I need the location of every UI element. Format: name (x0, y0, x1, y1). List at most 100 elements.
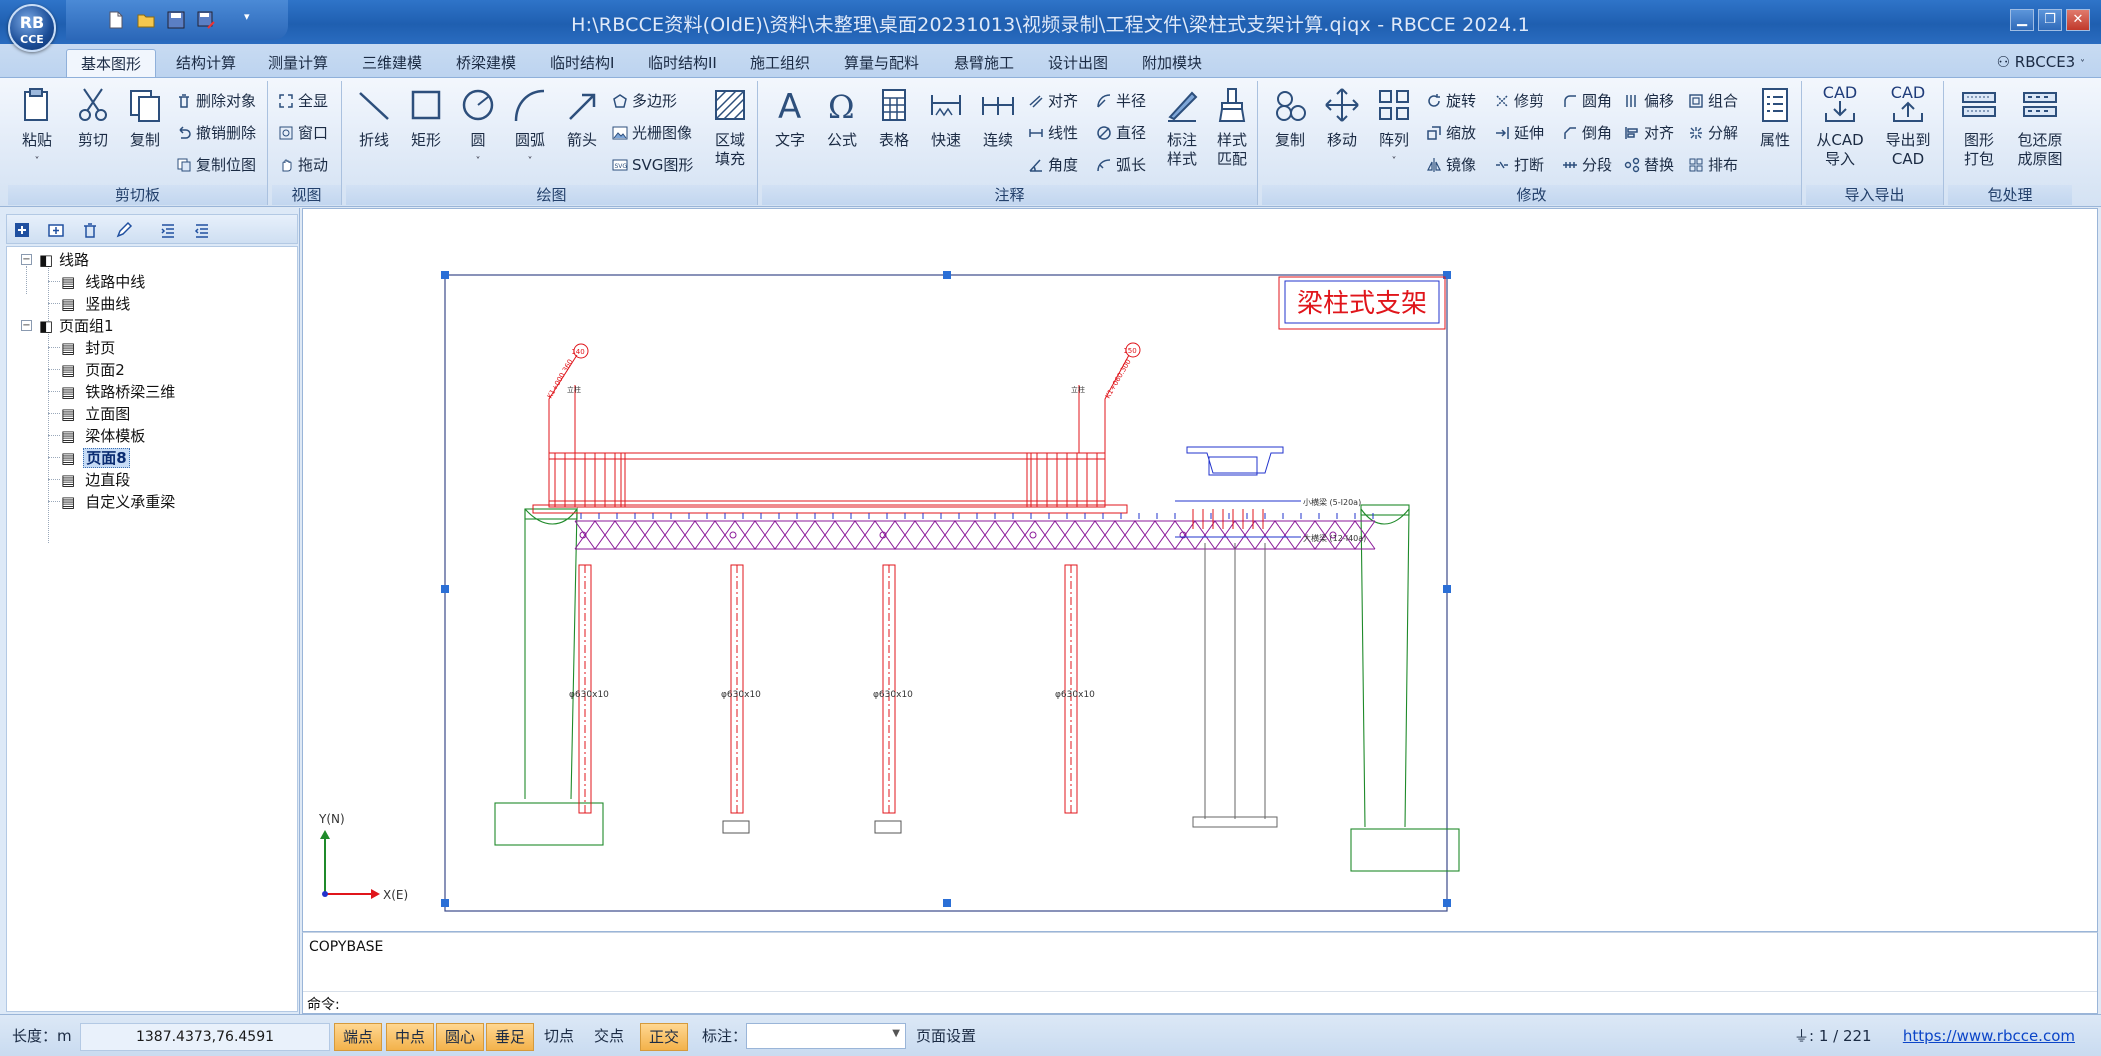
snap-tangent-toggle[interactable]: 切点 (536, 1023, 582, 1051)
offset-button[interactable]: 偏移 (1624, 88, 1674, 114)
divide-button[interactable]: 分段 (1562, 152, 1612, 178)
website-link[interactable]: https://www.rbcce.com (1903, 1025, 2075, 1047)
tab-bridge-modeling[interactable]: 桥梁建模 (442, 49, 530, 78)
maximize-button[interactable]: ❐ (2038, 9, 2062, 31)
export-to-cad-button[interactable]: CAD 导出到 CAD (1876, 85, 1940, 169)
tree-node-page-8[interactable]: ▤ 页面8 (61, 447, 130, 469)
drawing-canvas[interactable]: 梁柱式支架 φ630x10 φ630x10 φ630x10 φ630x10 14… (302, 208, 2098, 932)
tab-cantilever[interactable]: 悬臂施工 (940, 49, 1028, 78)
undo-delete-button[interactable]: 撤销删除 (176, 120, 256, 146)
angle-dim-button[interactable]: 角度 (1028, 152, 1078, 178)
raster-image-button[interactable]: 光栅图像 (612, 120, 692, 146)
tree-node-beam-template[interactable]: ▤ 梁体模板 (61, 425, 147, 447)
ortho-toggle[interactable]: 正交 (640, 1023, 689, 1051)
fillet-button[interactable]: 圆角 (1562, 88, 1612, 114)
polygon-button[interactable]: 多边形 (612, 88, 677, 114)
copy-objects-button[interactable]: 复制 (1266, 85, 1314, 150)
polyline-button[interactable]: 折线 (350, 85, 398, 150)
selection-grips[interactable] (441, 271, 1451, 907)
tree-node-cover[interactable]: ▤ 封页 (61, 337, 117, 359)
tree-node-route-centerline[interactable]: ▤ 线路中线 (61, 271, 147, 293)
arc-length-dim-button[interactable]: 弧长 (1096, 152, 1146, 178)
diameter-dim-button[interactable]: 直径 (1096, 120, 1146, 146)
snap-center-toggle[interactable]: 圆心 (436, 1023, 485, 1051)
circle-button[interactable]: 圆 ˅ (454, 85, 502, 169)
aligned-dim-button[interactable]: 对齐 (1028, 88, 1078, 114)
snap-midpoint-toggle[interactable]: 中点 (386, 1023, 435, 1051)
drawing-svg[interactable]: 梁柱式支架 φ630x10 φ630x10 φ630x10 φ630x10 14… (303, 209, 2097, 931)
dim-style-button[interactable]: 标注 样式 (1160, 85, 1204, 169)
import-from-cad-button[interactable]: CAD 从CAD 导入 (1808, 85, 1872, 169)
rectangle-button[interactable]: 矩形 (402, 85, 450, 150)
restore-package-button[interactable]: 包还原 成原图 (2010, 85, 2070, 169)
arrow-button[interactable]: 箭头 (558, 85, 606, 150)
continuous-dim-button[interactable]: 连续 (974, 85, 1022, 150)
rotate-button[interactable]: 旋转 (1426, 88, 1476, 114)
page-frame[interactable] (444, 274, 1448, 912)
minimize-button[interactable]: ▁ (2010, 9, 2034, 31)
snap-endpoint-toggle[interactable]: 端点 (334, 1023, 383, 1051)
zoom-window-button[interactable]: 窗口 (278, 120, 328, 146)
snap-intersection-toggle[interactable]: 交点 (586, 1023, 632, 1051)
tab-quantity-material[interactable]: 算量与配料 (830, 49, 933, 78)
indent-icon[interactable] (159, 221, 177, 239)
formula-button[interactable]: Ω 公式 (818, 85, 866, 150)
tab-construction-org[interactable]: 施工组织 (736, 49, 824, 78)
tab-add-ons[interactable]: 附加模块 (1128, 49, 1216, 78)
rename-icon[interactable] (115, 221, 133, 239)
cut-button[interactable]: 剪切 (70, 85, 116, 150)
arrange-button[interactable]: 排布 (1688, 152, 1738, 178)
array-button[interactable]: 阵列 ˅ (1370, 85, 1418, 169)
break-button[interactable]: 打断 (1494, 152, 1544, 178)
tab-survey-calc[interactable]: 测量计算 (254, 49, 342, 78)
outdent-icon[interactable] (193, 221, 211, 239)
page-setup-button[interactable]: 页面设置 (916, 1025, 976, 1047)
snap-perpendicular-toggle[interactable]: 垂足 (486, 1023, 535, 1051)
add-folder-icon[interactable] (47, 221, 65, 239)
pack-graphics-button[interactable]: 图形 打包 (1950, 85, 2008, 169)
move-button[interactable]: 移动 (1318, 85, 1366, 150)
close-button[interactable]: ✕ (2066, 9, 2090, 31)
delete-icon[interactable] (81, 221, 99, 239)
paste-button[interactable]: 粘贴 ˅ (14, 85, 60, 169)
pan-button[interactable]: 拖动 (278, 152, 328, 178)
tab-structure-calc[interactable]: 结构计算 (162, 49, 250, 78)
tree-node-page-2[interactable]: ▤ 页面2 (61, 359, 127, 381)
tree-node-edge-straight[interactable]: ▤ 边直段 (61, 469, 132, 491)
tree-node-custom-girder[interactable]: ▤ 自定义承重梁 (61, 491, 177, 513)
mirror-button[interactable]: 镜像 (1426, 152, 1476, 178)
tree-node-elevation[interactable]: ▤ 立面图 (61, 403, 132, 425)
quick-dim-button[interactable]: 快速 (922, 85, 970, 150)
zoom-extents-button[interactable]: 全显 (278, 88, 328, 114)
linear-dim-button[interactable]: 线性 (1028, 120, 1078, 146)
arc-button[interactable]: 圆弧 ˅ (506, 85, 554, 169)
collapse-toggle-icon[interactable]: − (21, 254, 32, 265)
tab-basic-shapes[interactable]: 基本图形 (66, 49, 157, 78)
command-prompt[interactable]: 命令: (307, 994, 340, 1014)
tab-temp-structure-2[interactable]: 临时结构II (634, 49, 731, 78)
scale-button[interactable]: 缩放 (1426, 120, 1476, 146)
tab-design-output[interactable]: 设计出图 (1034, 49, 1122, 78)
text-button[interactable]: A 文字 (766, 85, 814, 150)
region-fill-button[interactable]: 区域 填充 (708, 85, 752, 169)
properties-button[interactable]: 属性 (1752, 85, 1798, 150)
add-page-icon[interactable] (13, 221, 31, 239)
group-objects-button[interactable]: 组合 (1688, 88, 1738, 114)
tab-3d-modeling[interactable]: 三维建模 (348, 49, 436, 78)
collapse-toggle-icon[interactable]: − (21, 320, 32, 331)
svg-shape-button[interactable]: SVG SVG图形 (612, 152, 693, 178)
extend-button[interactable]: 延伸 (1494, 120, 1544, 146)
command-area[interactable]: COPYBASE 命令: (302, 932, 2098, 1014)
tree-node-railway-bridge-3d[interactable]: ▤ 铁路桥梁三维 (61, 381, 177, 403)
table-button[interactable]: 表格 (870, 85, 918, 150)
tree-node-vertical-curve[interactable]: ▤ 竖曲线 (61, 293, 132, 315)
app-logo[interactable]: RB CCE (8, 4, 56, 52)
radius-dim-button[interactable]: 半径 (1096, 88, 1146, 114)
replace-button[interactable]: 替换 (1624, 152, 1674, 178)
explode-button[interactable]: 分解 (1688, 120, 1738, 146)
trim-button[interactable]: 修剪 (1494, 88, 1544, 114)
align-objects-button[interactable]: 对齐 (1624, 120, 1674, 146)
delete-object-button[interactable]: 删除对象 (176, 88, 256, 114)
copy-bitmap-button[interactable]: 复制位图 (176, 152, 256, 178)
tab-temp-structure-1[interactable]: 临时结构I (536, 49, 628, 78)
